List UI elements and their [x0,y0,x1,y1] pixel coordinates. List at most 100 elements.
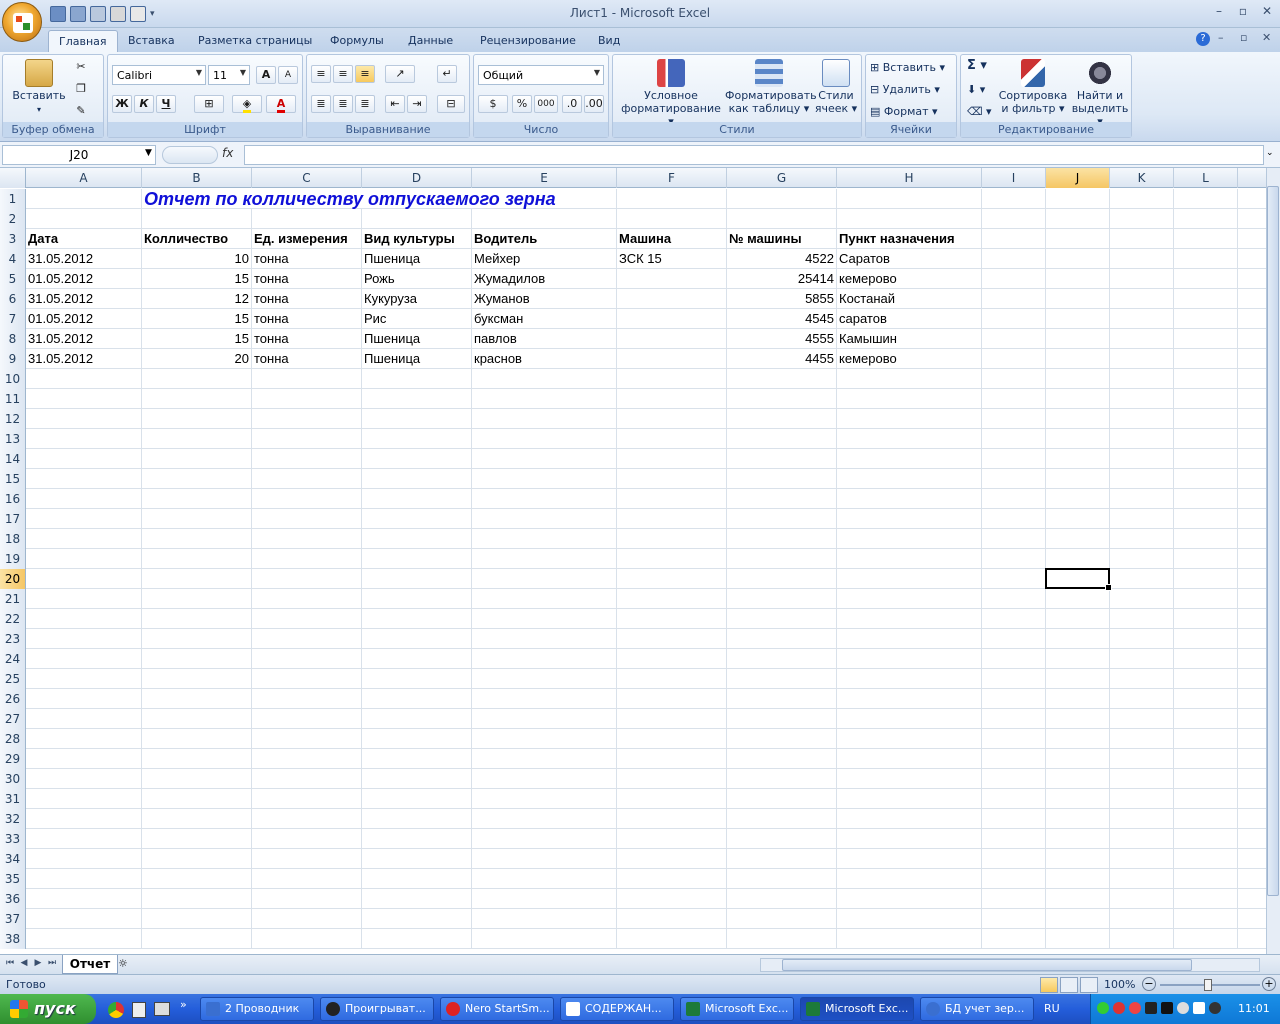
cell-G24[interactable] [727,649,837,668]
cell-F28[interactable] [617,729,727,748]
cell-F30[interactable] [617,769,727,788]
cell-L14[interactable] [1174,449,1238,468]
cell-D28[interactable] [362,729,472,748]
cell-I24[interactable] [982,649,1046,668]
cell-J37[interactable] [1046,909,1110,928]
row-header[interactable]: 29 [0,749,26,769]
office-button[interactable] [2,2,42,42]
cell-H13[interactable] [837,429,982,448]
cell-A18[interactable] [26,529,142,548]
cell-J22[interactable] [1046,609,1110,628]
row-header[interactable]: 16 [0,489,26,509]
cell-G31[interactable] [727,789,837,808]
name-box-dropdown-icon[interactable]: ▼ [145,148,152,158]
cell-I11[interactable] [982,389,1046,408]
cell-L29[interactable] [1174,749,1238,768]
cell-G22[interactable] [727,609,837,628]
cell-K34[interactable] [1110,849,1174,868]
cell-A30[interactable] [26,769,142,788]
cell-K38[interactable] [1110,929,1174,948]
cell-E2[interactable] [472,209,617,228]
cell-F33[interactable] [617,829,727,848]
sort-filter-button[interactable]: Сортировка и фильтр ▾ [995,59,1071,115]
cell-E14[interactable] [472,449,617,468]
cell-F11[interactable] [617,389,727,408]
column-header-K[interactable]: K [1110,168,1174,188]
cell-K26[interactable] [1110,689,1174,708]
cell-H23[interactable] [837,629,982,648]
font-color-button[interactable]: A [266,95,296,113]
cell-E24[interactable] [472,649,617,668]
cell-J10[interactable] [1046,369,1110,388]
align-right-icon[interactable]: ≣ [355,95,375,113]
cell-C38[interactable] [252,929,362,948]
cell-K23[interactable] [1110,629,1174,648]
cell-D6[interactable]: Кукуруза [362,289,472,308]
cell-C28[interactable] [252,729,362,748]
cell-F2[interactable] [617,209,727,228]
checkbox-tray-icon[interactable] [1193,1002,1205,1014]
format-as-table-button[interactable]: Форматировать как таблицу ▾ [725,59,817,115]
borders-button[interactable]: ⊞ [194,95,224,113]
row-header[interactable]: 33 [0,829,26,849]
cell-F5[interactable] [617,269,727,288]
fill-icon[interactable]: ⬇ ▾ [967,83,985,96]
cell-D30[interactable] [362,769,472,788]
cell-I17[interactable] [982,509,1046,528]
cell-L31[interactable] [1174,789,1238,808]
cell-A11[interactable] [26,389,142,408]
spreadsheet-grid[interactable]: ABCDEFGHIJKL 1 Отчет по колличеству отпус… [0,168,1266,954]
cell-F24[interactable] [617,649,727,668]
cell-G29[interactable] [727,749,837,768]
cell-E23[interactable] [472,629,617,648]
cell-G7[interactable]: 4545 [727,309,837,328]
row-header[interactable]: 24 [0,649,26,669]
cell-G5[interactable]: 25414 [727,269,837,288]
cell-D37[interactable] [362,909,472,928]
cell-K1[interactable] [1110,189,1174,208]
cell-I27[interactable] [982,709,1046,728]
cell-D27[interactable] [362,709,472,728]
cell-K25[interactable] [1110,669,1174,688]
cell-J15[interactable] [1046,469,1110,488]
cell-J13[interactable] [1046,429,1110,448]
cell-D23[interactable] [362,629,472,648]
cell-D2[interactable] [362,209,472,228]
cell-L26[interactable] [1174,689,1238,708]
underline-button[interactable]: Ч [156,95,176,113]
cell-H4[interactable]: Саратов [837,249,982,268]
cell-E4[interactable]: Мейхер [472,249,617,268]
cell-F19[interactable] [617,549,727,568]
cell-L5[interactable] [1174,269,1238,288]
cell-B17[interactable] [142,509,252,528]
cell-F1[interactable] [617,189,727,208]
cell-A14[interactable] [26,449,142,468]
cell-C13[interactable] [252,429,362,448]
taskbar-item-excel-1[interactable]: Microsoft Exc... [680,997,794,1021]
cell-D8[interactable]: Пшеница [362,329,472,348]
cell-D18[interactable] [362,529,472,548]
cell-L20[interactable] [1174,569,1238,588]
cell-C10[interactable] [252,369,362,388]
cell-G6[interactable]: 5855 [727,289,837,308]
row-header[interactable]: 8 [0,329,26,349]
cell-E26[interactable] [472,689,617,708]
cell-B2[interactable] [142,209,252,228]
cell-J18[interactable] [1046,529,1110,548]
cell-D20[interactable] [362,569,472,588]
cell-D32[interactable] [362,809,472,828]
cell-G17[interactable] [727,509,837,528]
cell-J14[interactable] [1046,449,1110,468]
cell-I30[interactable] [982,769,1046,788]
cell-K21[interactable] [1110,589,1174,608]
cell-K31[interactable] [1110,789,1174,808]
cell-H6[interactable]: Костанай [837,289,982,308]
percent-button[interactable]: % [512,95,532,113]
cell-J19[interactable] [1046,549,1110,568]
tab-home[interactable]: Главная [48,30,118,52]
column-header-B[interactable]: B [142,168,252,188]
cell-C18[interactable] [252,529,362,548]
cell-L10[interactable] [1174,369,1238,388]
cell-J38[interactable] [1046,929,1110,948]
cell-K18[interactable] [1110,529,1174,548]
